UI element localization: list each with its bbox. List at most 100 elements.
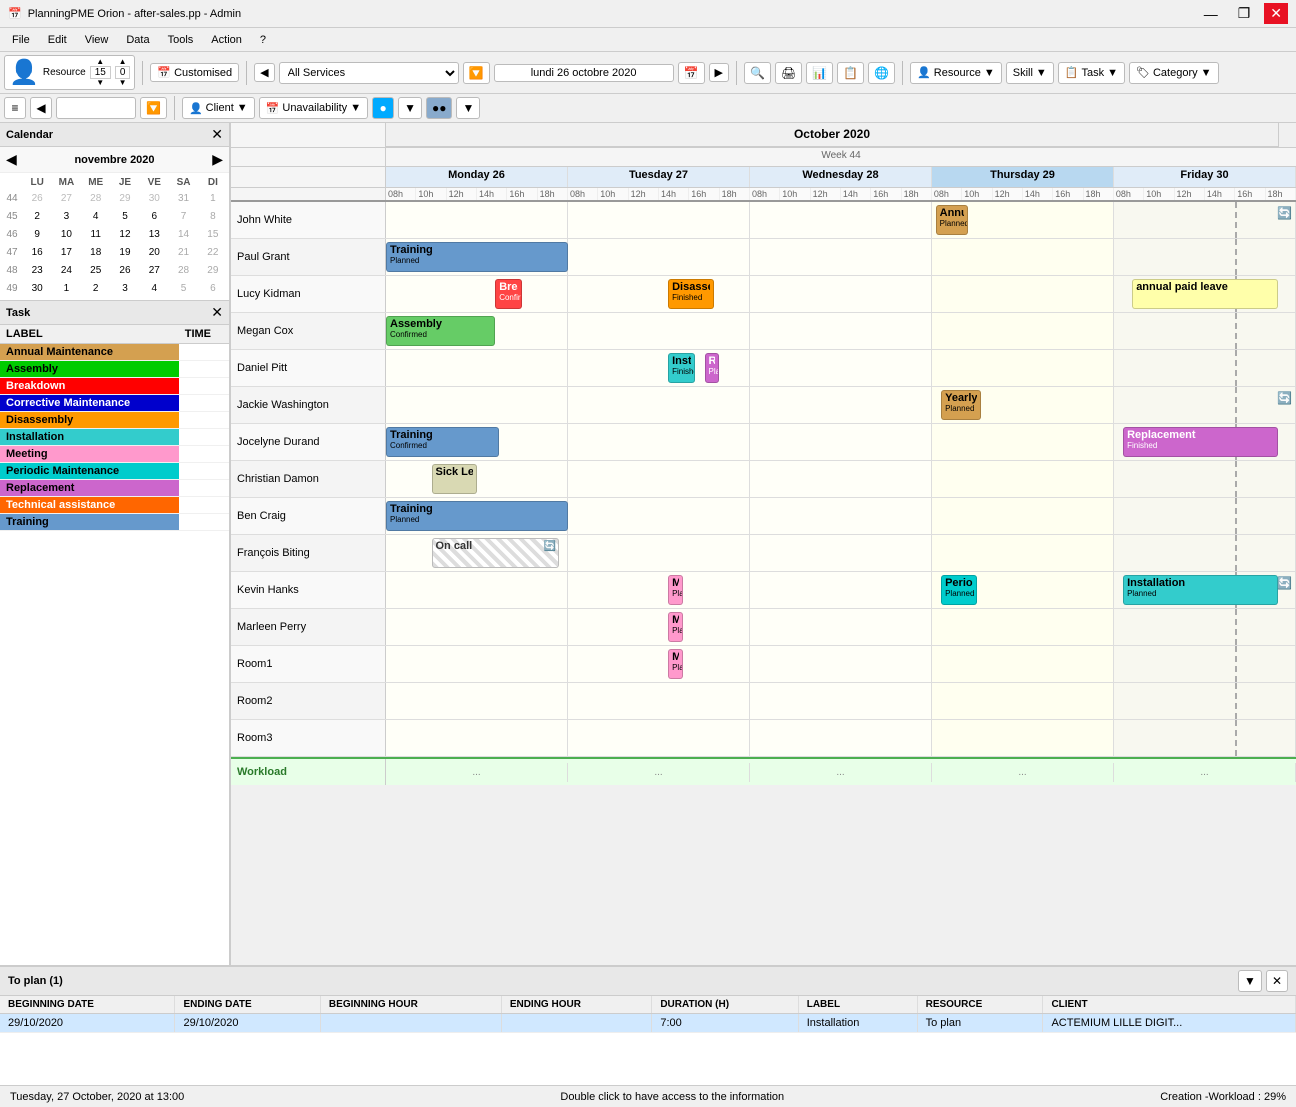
cal-day[interactable]: 25 [82, 262, 110, 280]
toggle-btn4[interactable]: ▼ [456, 97, 480, 119]
cal-day[interactable]: 22 [199, 244, 227, 262]
cal-day[interactable]: 4 [82, 208, 110, 226]
resource-schedule-cell[interactable]: TrainingConfirmedReplacementFinished [386, 424, 1296, 460]
search-icon-button[interactable]: 🔍 [744, 62, 771, 84]
menu-edit[interactable]: Edit [40, 32, 75, 48]
cal-day[interactable]: 31 [169, 190, 197, 208]
cal-day[interactable]: 21 [169, 244, 197, 262]
event-block[interactable]: TrainingPlanned [386, 242, 568, 272]
cal-day[interactable]: 26 [23, 190, 51, 208]
menu-action[interactable]: Action [203, 32, 250, 48]
spin-up[interactable]: ▲ [90, 58, 111, 66]
spin-up2[interactable]: ▲ [115, 58, 131, 66]
cal-day[interactable]: 6 [199, 280, 227, 298]
refresh-icon[interactable]: 🔄 [1277, 576, 1292, 590]
event-block[interactable]: Rep.Plan. [705, 353, 720, 383]
cal-day[interactable]: 30 [23, 280, 51, 298]
cal-day[interactable]: 1 [52, 280, 80, 298]
filter-icon-button[interactable]: 🔽 [463, 62, 490, 84]
filter-select[interactable]: All Services [279, 62, 459, 84]
resource-schedule-cell[interactable]: BreakdownConfirmedDisassemblyFinishedann… [386, 276, 1296, 312]
close-button[interactable]: ✕ [1264, 3, 1288, 24]
cal-day[interactable]: 16 [23, 244, 51, 262]
cal-day[interactable]: 14 [169, 226, 197, 244]
event-block[interactable]: Periodic MaintenancePlanned [941, 575, 977, 605]
to-plan-dropdown-button[interactable]: ▼ [1238, 970, 1262, 992]
resource-schedule-cell[interactable] [386, 683, 1296, 719]
cal-day[interactable]: 24 [52, 262, 80, 280]
task-close-button[interactable]: ✕ [211, 304, 223, 321]
cal-day[interactable]: 7 [169, 208, 197, 226]
filter-small-button[interactable]: 🔽 [140, 97, 167, 119]
menu-tools[interactable]: Tools [160, 32, 202, 48]
resource-schedule-cell[interactable]: AssemblyConfirmed [386, 313, 1296, 349]
resource-schedule-cell[interactable]: Mee.Plan. [386, 609, 1296, 645]
cal-day[interactable]: 1 [199, 190, 227, 208]
cal-day[interactable]: 23 [23, 262, 51, 280]
resource-schedule-cell[interactable]: InstallationFinishedRep.Plan. [386, 350, 1296, 386]
toggle-btn3[interactable]: ●● [426, 97, 453, 119]
cal-day[interactable]: 6 [140, 208, 168, 226]
menu-help[interactable]: ? [252, 32, 274, 48]
category-filter-button[interactable]: 🏷 Category ▼ [1129, 62, 1219, 84]
to-plan-row[interactable]: 29/10/202029/10/20207:00InstallationTo p… [0, 1014, 1296, 1033]
scheduler-wrapper[interactable]: October 2020 Week 44 Monday 26Tuesday 27… [231, 123, 1296, 965]
skill-filter-button[interactable]: Skill ▼ [1006, 62, 1054, 84]
cal-day[interactable]: 5 [169, 280, 197, 298]
resource-filter-button[interactable]: 👤 Resource ▼ [910, 62, 1002, 84]
menu-file[interactable]: File [4, 32, 38, 48]
refresh-icon[interactable]: 🔄 [1277, 206, 1292, 220]
resource-schedule-cell[interactable]: TrainingPlanned [386, 239, 1296, 275]
copy-icon-button[interactable]: 📋 [837, 62, 864, 84]
event-block[interactable]: Mee.Plan. [668, 649, 683, 679]
cal-day[interactable]: 3 [111, 280, 139, 298]
cal-day[interactable]: 20 [140, 244, 168, 262]
cal-day[interactable]: 2 [82, 280, 110, 298]
event-block[interactable]: TrainingPlanned [386, 501, 568, 531]
resource-schedule-cell[interactable]: TrainingPlanned [386, 498, 1296, 534]
cal-day[interactable]: 29 [111, 190, 139, 208]
resource-schedule-cell[interactable]: Mee.Plan. [386, 646, 1296, 682]
print-icon-button[interactable]: 🖨 [775, 62, 802, 84]
next-nav-button[interactable]: ▶ [709, 63, 729, 82]
cal-day[interactable]: 15 [199, 226, 227, 244]
spin-down[interactable]: ▼ [90, 79, 111, 87]
event-block[interactable]: Annual MaintenancePlanned [936, 205, 969, 235]
resource-schedule-cell[interactable]: Annual MaintenancePlanned 🔄 [386, 202, 1296, 238]
resource-schedule-cell[interactable] [386, 720, 1296, 756]
event-block[interactable]: DisassemblyFinished [668, 279, 714, 309]
cal-day[interactable]: 17 [52, 244, 80, 262]
export-icon-button[interactable]: 📊 [806, 62, 833, 84]
minimize-button[interactable]: — [1198, 3, 1224, 24]
unavailability-filter-button[interactable]: 📅 Unavailability ▼ [259, 97, 368, 119]
refresh-icon[interactable]: 🔄 [1277, 391, 1292, 405]
toggle-btn1[interactable]: ● [372, 97, 394, 119]
cal-day[interactable]: 2 [23, 208, 51, 226]
event-block[interactable]: TrainingConfirmed [386, 427, 499, 457]
event-block[interactable]: On call🔄 [432, 538, 559, 568]
refresh-icon-button[interactable]: 🌐 [868, 62, 895, 84]
resource-schedule-cell[interactable]: On call🔄 [386, 535, 1296, 571]
to-plan-close-button[interactable]: ✕ [1266, 970, 1288, 992]
cal-day[interactable]: 12 [111, 226, 139, 244]
spin-down2[interactable]: ▼ [115, 79, 131, 87]
cal-day[interactable]: 5 [111, 208, 139, 226]
cal-day[interactable]: 28 [169, 262, 197, 280]
nav-prev-small[interactable]: ◀ [30, 97, 52, 119]
cal-day[interactable]: 27 [140, 262, 168, 280]
cal-day[interactable]: 30 [140, 190, 168, 208]
cal-day[interactable]: 18 [82, 244, 110, 262]
cal-day[interactable]: 11 [82, 226, 110, 244]
search-input[interactable] [56, 97, 136, 119]
cal-day[interactable]: 29 [199, 262, 227, 280]
cal-day[interactable]: 8 [199, 208, 227, 226]
cal-prev-button[interactable]: ◀ [6, 151, 17, 168]
resource-schedule-cell[interactable]: Yearly MaintenancePlanned🔄 [386, 387, 1296, 423]
cal-day[interactable]: 10 [52, 226, 80, 244]
cal-next-button[interactable]: ▶ [212, 151, 223, 168]
task-filter-button[interactable]: 📋 Task ▼ [1058, 62, 1125, 84]
event-block[interactable]: AssemblyConfirmed [386, 316, 495, 346]
cal-day[interactable]: 13 [140, 226, 168, 244]
menu-data[interactable]: Data [118, 32, 157, 48]
resource-schedule-cell[interactable]: Sick Leave [386, 461, 1296, 497]
